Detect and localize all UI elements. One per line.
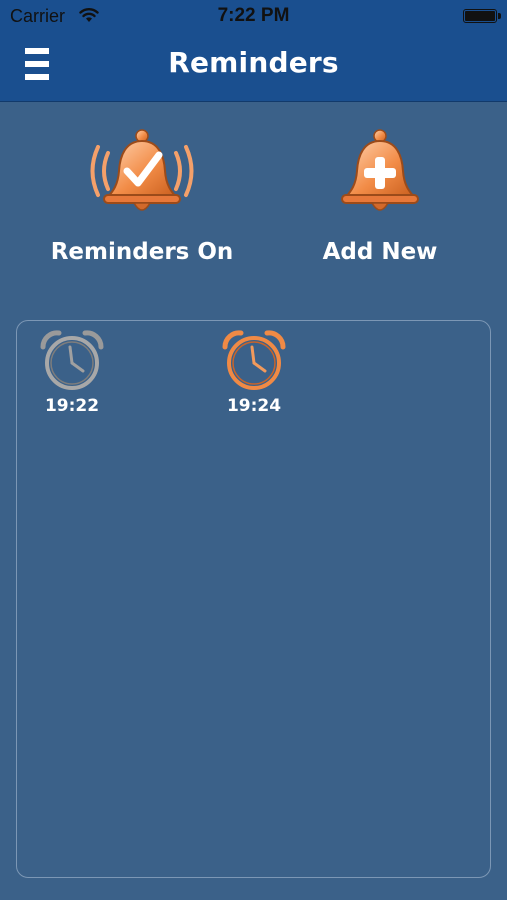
bell-check-icon (90, 129, 194, 211)
status-bar: Carrier 7:22 PM (0, 0, 507, 32)
nav-bar: Reminders (0, 32, 507, 102)
page-title: Reminders (168, 46, 339, 79)
reminder-time: 19:24 (226, 396, 282, 416)
alarm-clock-orange-icon (222, 330, 286, 390)
alarm-clock-gray-icon (40, 330, 104, 390)
add-new-label: Add New (322, 239, 438, 265)
reminder-item[interactable]: 19:24 (209, 327, 299, 416)
reminders-on-label: Reminders On (50, 239, 234, 265)
reminder-item[interactable]: 19:22 (27, 327, 117, 416)
status-time: 7:22 PM (217, 5, 290, 26)
reminders-on-button[interactable]: Reminders On (42, 125, 242, 265)
reminder-time: 19:22 (44, 396, 100, 416)
battery-icon (463, 9, 497, 23)
bell-plus-icon (341, 129, 419, 211)
reminder-list-panel: 19:22 19:24 (16, 320, 491, 878)
battery-cap (498, 13, 501, 19)
add-new-button[interactable]: Add New (280, 125, 480, 265)
